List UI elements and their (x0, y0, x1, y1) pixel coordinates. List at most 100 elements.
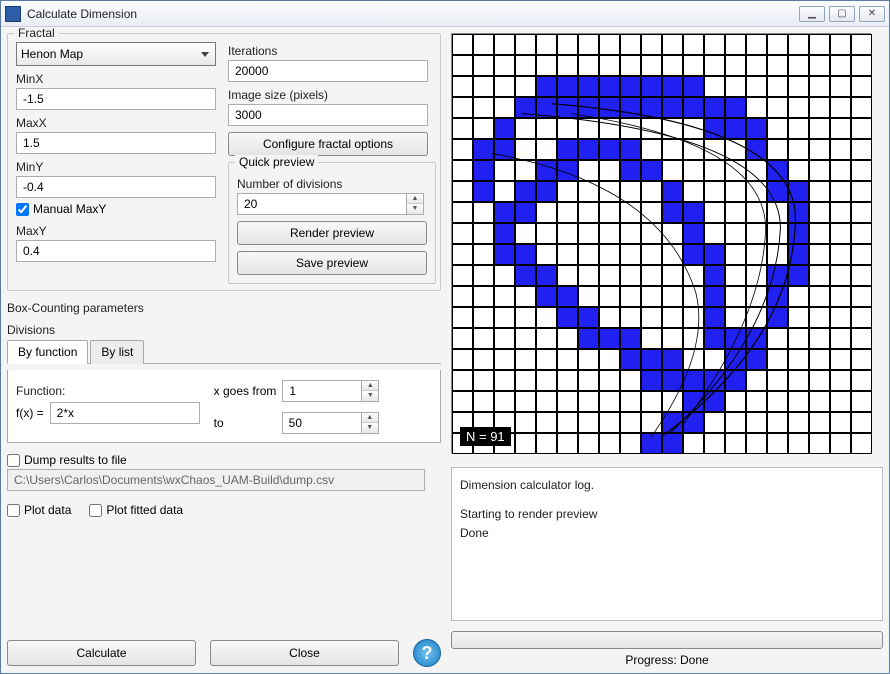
grid-cell (767, 202, 788, 223)
grid-cell (473, 223, 494, 244)
grid-cell (767, 97, 788, 118)
grid-cell (641, 34, 662, 55)
xto-spinner[interactable]: ▲▼ (362, 412, 379, 434)
grid-cell (725, 118, 746, 139)
grid-cell (620, 139, 641, 160)
grid-cell (830, 139, 851, 160)
grid-cell (578, 55, 599, 76)
grid-cell (515, 370, 536, 391)
grid-cell (830, 181, 851, 202)
grid-cell (536, 265, 557, 286)
grid-cell (746, 391, 767, 412)
manual-maxy-check-input[interactable] (16, 203, 29, 216)
plot-fitted-checkbox[interactable]: Plot fitted data (89, 503, 183, 517)
grid-cell (494, 202, 515, 223)
iterations-input[interactable] (228, 60, 428, 82)
grid-cell (746, 181, 767, 202)
grid-cell (725, 202, 746, 223)
grid-cell (746, 76, 767, 97)
manual-maxy-checkbox[interactable]: Manual MaxY (16, 202, 216, 216)
grid-cell (725, 181, 746, 202)
plot-data-check-input[interactable] (7, 504, 20, 517)
grid-cell (578, 97, 599, 118)
grid-cell (746, 265, 767, 286)
grid-cell (662, 202, 683, 223)
imgsize-input[interactable] (228, 104, 428, 126)
grid-cell (809, 34, 830, 55)
miny-input[interactable] (16, 176, 216, 198)
configure-fractal-button[interactable]: Configure fractal options (228, 132, 428, 156)
calculate-button[interactable]: Calculate (7, 640, 196, 666)
grid-cell (599, 160, 620, 181)
plot-data-checkbox[interactable]: Plot data (7, 503, 71, 517)
fx-input[interactable] (50, 402, 200, 424)
grid-cell (515, 181, 536, 202)
grid-cell (767, 328, 788, 349)
grid-cell (788, 118, 809, 139)
grid-cell (830, 34, 851, 55)
grid-cell (620, 181, 641, 202)
grid-cell (494, 181, 515, 202)
maxy-input[interactable] (16, 240, 216, 262)
grid-cell (767, 55, 788, 76)
grid-cell (515, 412, 536, 433)
grid-cell (851, 307, 872, 328)
grid-cell (809, 433, 830, 454)
grid-cell (788, 328, 809, 349)
close-button[interactable]: Close (210, 640, 399, 666)
fractal-type-combo[interactable]: Henon Map (16, 42, 216, 66)
grid-cell (746, 223, 767, 244)
grid-cell (830, 160, 851, 181)
grid-cell (494, 349, 515, 370)
grid-cell (620, 55, 641, 76)
xfrom-input[interactable] (282, 380, 362, 402)
dump-check-input[interactable] (7, 454, 20, 467)
grid-cell (557, 244, 578, 265)
log-header: Dimension calculator log. (460, 476, 874, 495)
xto-input[interactable] (282, 412, 362, 434)
right-pane: N = 91 Dimension calculator log. Startin… (451, 33, 883, 667)
grid-cell (473, 34, 494, 55)
chevron-down-icon (201, 52, 209, 57)
grid-cell (557, 286, 578, 307)
maxx-input[interactable] (16, 132, 216, 154)
grid-cell (494, 55, 515, 76)
minx-input[interactable] (16, 88, 216, 110)
tab-by-function[interactable]: By function (7, 340, 88, 364)
grid-cell (725, 433, 746, 454)
num-divisions-spinner[interactable]: ▲▼ (407, 193, 424, 215)
plot-fitted-check-input[interactable] (89, 504, 102, 517)
render-preview-button[interactable]: Render preview (237, 221, 427, 245)
imgsize-label: Image size (pixels) (228, 88, 436, 102)
minimize-button[interactable]: ▁ (799, 6, 825, 22)
xfrom-spinner[interactable]: ▲▼ (362, 380, 379, 402)
grid-cell (620, 370, 641, 391)
tab-by-list[interactable]: By list (90, 340, 144, 364)
grid-cell (620, 160, 641, 181)
grid-cell (515, 55, 536, 76)
progress-area: Progress: Done (451, 631, 883, 667)
grid-cell (662, 139, 683, 160)
grid-cell (452, 139, 473, 160)
close-window-button[interactable]: ✕ (859, 6, 885, 22)
grid-cell (788, 139, 809, 160)
maxx-label: MaxX (16, 116, 216, 130)
grid-cell (662, 76, 683, 97)
fx-prefix: f(x) = (16, 406, 44, 420)
save-preview-button[interactable]: Save preview (237, 251, 427, 275)
grid-cell (809, 412, 830, 433)
grid-cell (662, 160, 683, 181)
grid-cell (620, 265, 641, 286)
grid-cell (809, 55, 830, 76)
grid-cell (515, 139, 536, 160)
grid-cell (767, 433, 788, 454)
num-divisions-input[interactable] (237, 193, 407, 215)
grid-cell (704, 286, 725, 307)
help-icon[interactable]: ? (413, 639, 441, 667)
grid-cell (851, 55, 872, 76)
grid-cell (599, 328, 620, 349)
maximize-button[interactable]: ▢ (829, 6, 855, 22)
dump-results-checkbox[interactable]: Dump results to file (7, 453, 441, 467)
divisions-tabs: By function By list (7, 339, 441, 364)
grid-cell (494, 139, 515, 160)
